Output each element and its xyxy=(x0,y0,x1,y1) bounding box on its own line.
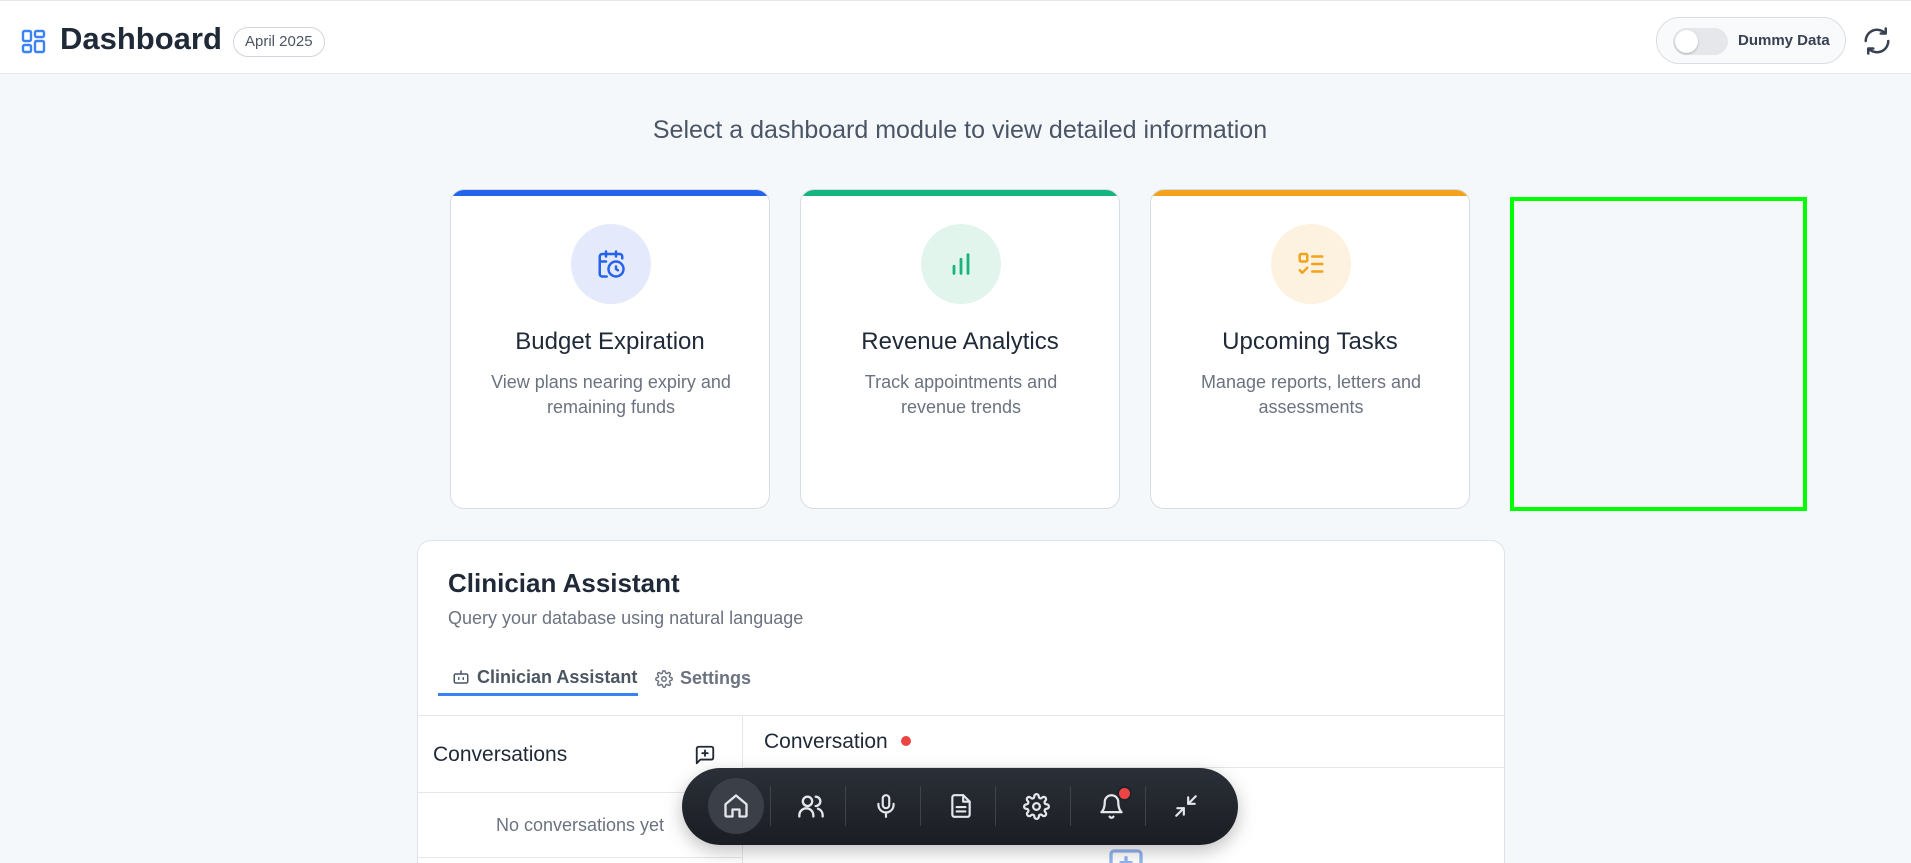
notification-badge xyxy=(1117,786,1132,801)
conversations-title: Conversations xyxy=(433,743,568,766)
checklist-icon xyxy=(1298,252,1324,274)
date-badge: April 2025 xyxy=(233,27,325,57)
dock-separator xyxy=(845,786,846,826)
dock-users-button[interactable] xyxy=(783,778,839,834)
tab-label: Settings xyxy=(680,668,752,688)
dashboard-grid-icon xyxy=(21,29,46,54)
dock-separator xyxy=(1070,786,1071,826)
conversation-title: Conversation xyxy=(764,730,888,753)
collapse-icon xyxy=(1175,795,1197,817)
tab-settings[interactable]: Settings xyxy=(655,661,765,696)
toggle-track[interactable] xyxy=(1673,28,1728,55)
microphone-icon xyxy=(877,794,895,818)
dock-separator xyxy=(1145,786,1146,826)
upcoming-tasks-card[interactable]: Upcoming Tasks Manage reports, letters a… xyxy=(1150,189,1470,509)
dock-notifications-button[interactable] xyxy=(1083,778,1139,834)
gear-icon xyxy=(1022,792,1050,820)
highlight-box xyxy=(1510,197,1807,511)
card-description: Manage reports, letters and assessments xyxy=(1200,372,1422,417)
card-accent-bar xyxy=(451,190,769,196)
users-icon xyxy=(798,795,824,818)
panel-subtitle: Query your database using natural langua… xyxy=(448,608,804,628)
card-title: Upcoming Tasks xyxy=(1222,328,1398,355)
dock-separator xyxy=(770,786,771,826)
bar-chart-icon xyxy=(952,253,970,275)
dock-microphone-button[interactable] xyxy=(858,778,914,834)
revenue-analytics-card[interactable]: Revenue Analytics Track appointments and… xyxy=(800,189,1120,509)
card-title: Revenue Analytics xyxy=(861,328,1059,355)
card-icon-circle xyxy=(571,224,651,304)
home-icon xyxy=(724,794,748,818)
card-accent-bar xyxy=(801,190,1119,196)
card-icon-circle xyxy=(1271,224,1351,304)
budget-expiration-card[interactable]: Budget Expiration View plans nearing exp… xyxy=(450,189,770,509)
dock-home-button[interactable] xyxy=(708,778,764,834)
new-conversation-icon[interactable] xyxy=(694,744,716,766)
dock-separator xyxy=(995,786,996,826)
tab-clinician-assistant[interactable]: Clinician Assistant xyxy=(438,661,638,696)
dashboard-instructions: Select a dashboard module to view detail… xyxy=(652,116,1268,144)
divider xyxy=(418,857,742,858)
dock-documents-button[interactable] xyxy=(933,778,989,834)
card-title: Budget Expiration xyxy=(515,328,705,355)
top-header: Dashboard April 2025 Dummy Data xyxy=(0,0,1911,74)
calendar-clock-icon xyxy=(598,250,625,278)
panel-title: Clinician Assistant xyxy=(448,568,680,598)
refresh-icon[interactable] xyxy=(1862,26,1892,56)
bot-icon xyxy=(453,670,469,684)
dock-collapse-button[interactable] xyxy=(1158,778,1214,834)
page-title: Dashboard xyxy=(60,21,222,56)
message-plus-icon xyxy=(1109,849,1143,863)
toggle-label: Dummy Data xyxy=(1738,32,1830,49)
floating-dock xyxy=(682,768,1238,845)
dock-separator xyxy=(920,786,921,826)
status-dot xyxy=(901,736,911,746)
toggle-knob xyxy=(1675,30,1698,53)
dummy-data-toggle[interactable]: Dummy Data xyxy=(1656,17,1846,64)
document-icon xyxy=(951,794,971,818)
card-icon-circle xyxy=(921,224,1001,304)
card-description: View plans nearing expiry and remaining … xyxy=(491,372,731,417)
dock-settings-button[interactable] xyxy=(1008,778,1064,834)
tab-label: Clinician Assistant xyxy=(477,666,638,687)
gear-icon xyxy=(655,669,673,688)
card-description: Track appointments and revenue trends xyxy=(864,372,1058,417)
card-accent-bar xyxy=(1151,190,1469,196)
